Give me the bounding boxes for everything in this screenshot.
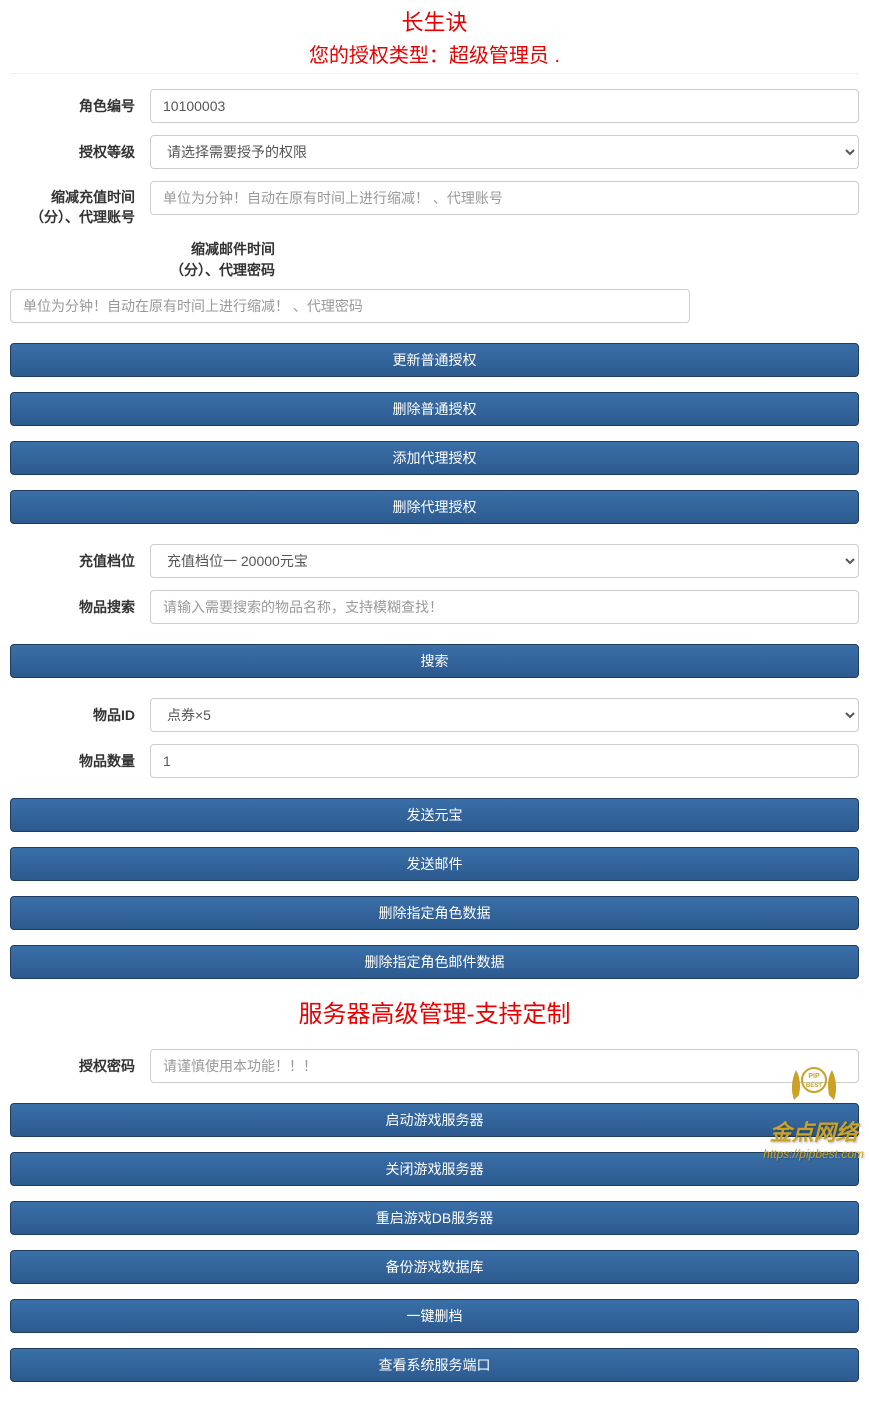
item-id-row: 物品ID 点券×5 bbox=[10, 698, 859, 732]
page-title: 长生诀 bbox=[10, 5, 859, 37]
search-button[interactable]: 搜索 bbox=[10, 644, 859, 678]
reduce-recharge-input[interactable] bbox=[150, 181, 859, 215]
svg-text:BEST: BEST bbox=[806, 1083, 822, 1089]
item-qty-label: 物品数量 bbox=[10, 744, 150, 771]
delete-role-mail-button[interactable]: 删除指定角色邮件数据 bbox=[10, 945, 859, 979]
reduce-recharge-label: 缩减充值时间（分）、代理账号 bbox=[10, 181, 150, 227]
auth-password-input[interactable] bbox=[150, 1049, 859, 1083]
send-mail-button[interactable]: 发送邮件 bbox=[10, 847, 859, 881]
header-area: 长生诀 您的授权类型：超级管理员 . bbox=[10, 0, 859, 74]
item-id-select[interactable]: 点券×5 bbox=[150, 698, 859, 732]
stop-server-button[interactable]: 关闭游戏服务器 bbox=[10, 1152, 859, 1186]
role-id-row: 角色编号 bbox=[10, 89, 859, 123]
item-qty-input[interactable] bbox=[150, 744, 859, 778]
item-search-label: 物品搜索 bbox=[10, 590, 150, 617]
auth-password-row: 授权密码 bbox=[10, 1049, 859, 1083]
restart-db-button[interactable]: 重启游戏DB服务器 bbox=[10, 1201, 859, 1235]
wipe-button[interactable]: 一键删档 bbox=[10, 1299, 859, 1333]
update-normal-auth-button[interactable]: 更新普通授权 bbox=[10, 343, 859, 377]
start-server-button[interactable]: 启动游戏服务器 bbox=[10, 1103, 859, 1137]
reduce-mail-input[interactable] bbox=[10, 289, 690, 323]
page-subtitle: 您的授权类型：超级管理员 . bbox=[10, 39, 859, 68]
auth-level-select[interactable]: 请选择需要授予的权限 bbox=[150, 135, 859, 169]
backup-db-button[interactable]: 备份游戏数据库 bbox=[10, 1250, 859, 1284]
item-search-input[interactable] bbox=[150, 590, 859, 624]
item-search-row: 物品搜索 bbox=[10, 590, 859, 624]
delete-normal-auth-button[interactable]: 删除普通授权 bbox=[10, 392, 859, 426]
auth-password-label: 授权密码 bbox=[10, 1049, 150, 1076]
recharge-tier-label: 充值档位 bbox=[10, 544, 150, 571]
delete-role-data-button[interactable]: 删除指定角色数据 bbox=[10, 896, 859, 930]
role-id-label: 角色编号 bbox=[10, 89, 150, 116]
role-id-input[interactable] bbox=[150, 89, 859, 123]
reduce-mail-label: 缩减邮件时间（分）、代理密码 bbox=[150, 239, 290, 281]
item-qty-row: 物品数量 bbox=[10, 744, 859, 778]
view-ports-button[interactable]: 查看系统服务端口 bbox=[10, 1348, 859, 1382]
server-management-title: 服务器高级管理-支持定制 bbox=[10, 994, 859, 1029]
add-agent-auth-button[interactable]: 添加代理授权 bbox=[10, 441, 859, 475]
recharge-tier-row: 充值档位 充值档位一 20000元宝 bbox=[10, 544, 859, 578]
auth-level-row: 授权等级 请选择需要授予的权限 bbox=[10, 135, 859, 169]
auth-level-label: 授权等级 bbox=[10, 135, 150, 162]
delete-agent-auth-button[interactable]: 删除代理授权 bbox=[10, 490, 859, 524]
recharge-tier-select[interactable]: 充值档位一 20000元宝 bbox=[150, 544, 859, 578]
reduce-recharge-row: 缩减充值时间（分）、代理账号 bbox=[10, 181, 859, 227]
item-id-label: 物品ID bbox=[10, 698, 150, 725]
send-yuanbao-button[interactable]: 发送元宝 bbox=[10, 798, 859, 832]
